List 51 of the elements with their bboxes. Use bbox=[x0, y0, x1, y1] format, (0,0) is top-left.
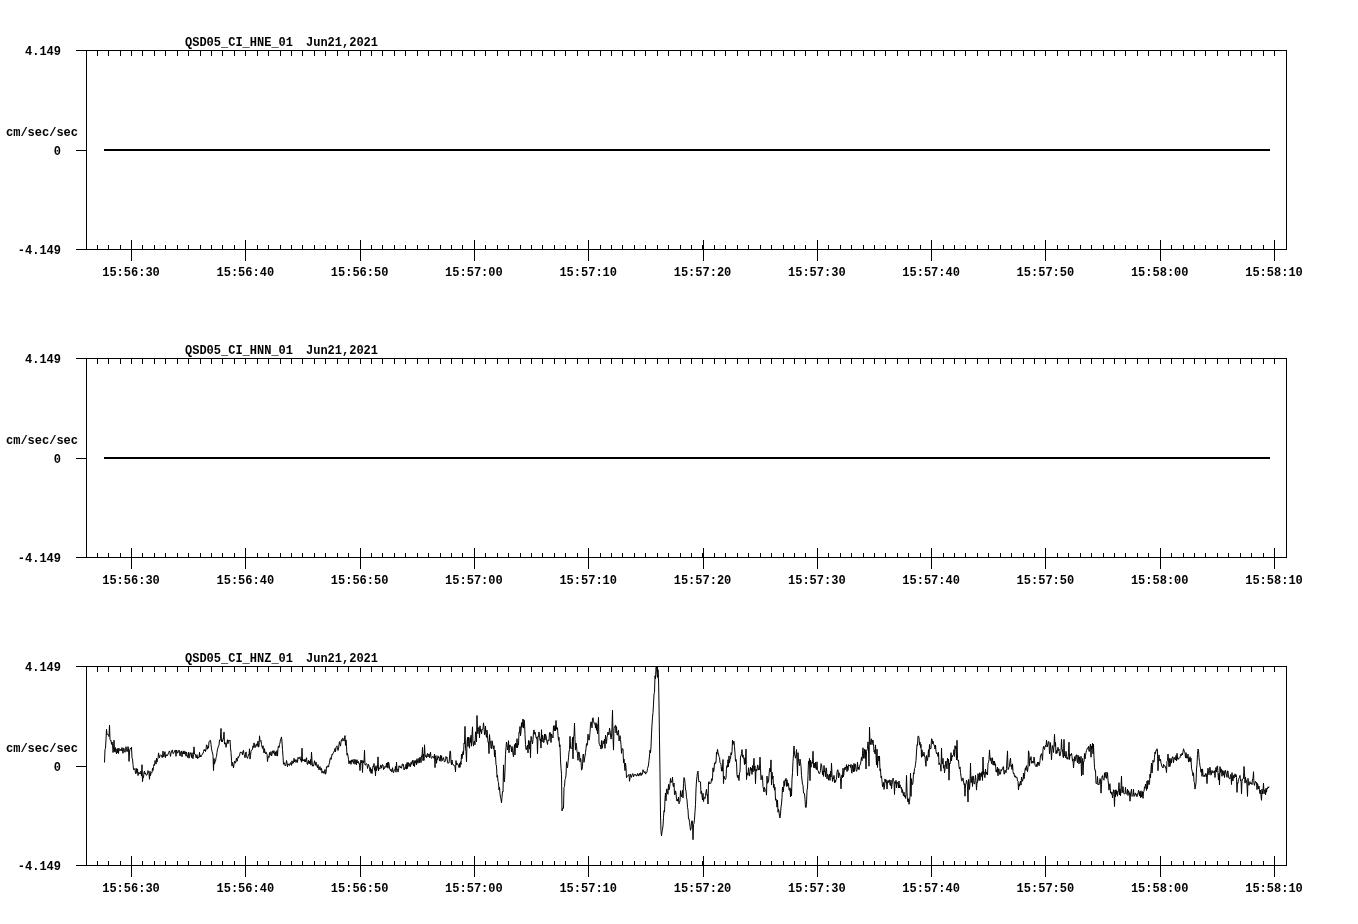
x-tick-label: 15:57:40 bbox=[902, 266, 960, 280]
x-tick-label: 15:57:30 bbox=[788, 266, 846, 280]
x-tick-label: 15:58:10 bbox=[1245, 882, 1303, 896]
x-tick-label: 15:57:40 bbox=[902, 882, 960, 896]
x-tick-label: 15:56:30 bbox=[102, 266, 160, 280]
x-tick-label: 15:57:00 bbox=[445, 574, 503, 588]
y-axis-unit: cm/sec/sec bbox=[6, 434, 78, 448]
x-tick-label: 15:57:40 bbox=[902, 574, 960, 588]
date-label: Jun21,2021 bbox=[306, 651, 378, 666]
x-tick-label: 15:57:10 bbox=[559, 574, 617, 588]
y-tick-label: 0 bbox=[53, 760, 61, 775]
x-tick-label: 15:58:00 bbox=[1130, 882, 1189, 896]
x-tick-label: 15:58:00 bbox=[1130, 266, 1189, 280]
x-tick-label: 15:58:10 bbox=[1245, 574, 1303, 588]
y-tick-label: -4.149 bbox=[17, 552, 61, 566]
x-tick-label: 15:56:40 bbox=[216, 266, 275, 280]
date-label: Jun21,2021 bbox=[306, 343, 378, 358]
y-tick-label: 4.149 bbox=[25, 353, 61, 367]
station-label: QSD05_CI_HNZ_01 bbox=[185, 651, 294, 666]
y-tick-label: 0 bbox=[53, 452, 61, 467]
x-tick-label: 15:57:00 bbox=[445, 266, 503, 280]
x-tick-label: 15:57:50 bbox=[1016, 574, 1075, 588]
x-tick-label: 15:57:00 bbox=[445, 882, 503, 896]
x-tick-label: 15:57:30 bbox=[788, 882, 846, 896]
y-tick-label: 4.149 bbox=[25, 661, 61, 675]
station-label: QSD05_CI_HNN_01 bbox=[185, 343, 294, 358]
y-tick-label: 4.149 bbox=[25, 45, 61, 59]
x-tick-label: 15:56:50 bbox=[330, 574, 389, 588]
y-tick-label: -4.149 bbox=[17, 860, 61, 874]
station-label: QSD05_CI_HNE_01 bbox=[185, 35, 294, 50]
x-tick-label: 15:56:50 bbox=[330, 266, 389, 280]
x-tick-label: 15:57:30 bbox=[788, 574, 846, 588]
x-tick-label: 15:57:10 bbox=[559, 266, 617, 280]
x-tick-label: 15:58:10 bbox=[1245, 266, 1303, 280]
x-tick-label: 15:56:30 bbox=[102, 882, 160, 896]
x-tick-label: 15:58:00 bbox=[1130, 574, 1189, 588]
y-axis-unit: cm/sec/sec bbox=[6, 126, 78, 140]
x-tick-label: 15:56:40 bbox=[216, 882, 275, 896]
x-tick-label: 15:57:50 bbox=[1016, 266, 1075, 280]
date-label: Jun21,2021 bbox=[306, 35, 378, 50]
x-tick-label: 15:56:40 bbox=[216, 574, 275, 588]
x-tick-label: 15:57:20 bbox=[673, 882, 732, 896]
x-tick-label: 15:57:50 bbox=[1016, 882, 1075, 896]
y-axis-unit: cm/sec/sec bbox=[6, 742, 78, 756]
x-tick-label: 15:57:20 bbox=[673, 574, 732, 588]
x-tick-label: 15:57:10 bbox=[559, 882, 617, 896]
x-tick-label: 15:56:30 bbox=[102, 574, 160, 588]
x-tick-label: 15:56:50 bbox=[330, 882, 389, 896]
y-tick-label: -4.149 bbox=[17, 244, 61, 258]
y-tick-label: 0 bbox=[53, 144, 61, 159]
x-tick-label: 15:57:20 bbox=[673, 266, 732, 280]
